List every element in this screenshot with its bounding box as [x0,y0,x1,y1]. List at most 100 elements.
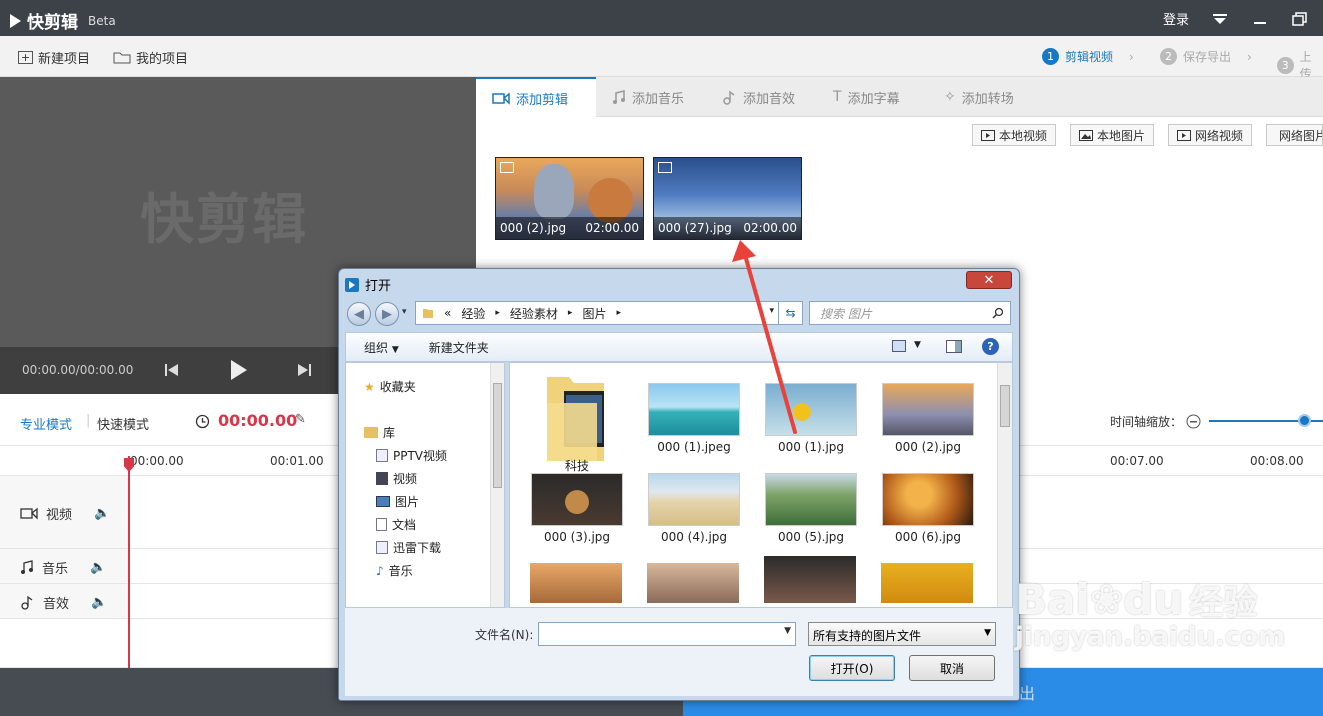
new-folder-button[interactable]: 新建文件夹 [429,339,489,356]
nav-favorites[interactable]: ★ 收藏夹 [364,378,416,395]
edit-time-icon[interactable]: ✎ [295,412,306,427]
nav-thunder-downloads[interactable]: 迅雷下载 [376,539,441,556]
track-header: 音效 🔈 [20,593,107,612]
menu-dropdown-icon[interactable] [1211,11,1229,27]
minimize-icon[interactable] [1251,11,1269,27]
file-item[interactable]: 000 (6).jpg [873,473,983,544]
nav-pictures[interactable]: 图片 [376,493,419,510]
tab-add-subtitle[interactable]: T 添加字幕 [817,77,916,117]
quick-mode-tab[interactable]: 快速模式 [97,414,149,433]
open-button[interactable]: 打开(O) [809,655,895,681]
clip-duration: 02:00.00 [743,221,797,235]
clip-duration: 02:00.00 [585,221,639,235]
folder-item[interactable]: 科技 [522,373,632,474]
current-time: 00:00.00 [218,411,298,430]
file-type-select[interactable]: 所有支持的图片文件 ▼ [808,622,996,646]
nav-libraries[interactable]: 库 [364,424,395,441]
next-frame-icon[interactable] [296,362,312,378]
step-2[interactable]: 2 保存导出 › [1160,48,1252,65]
image-icon [500,162,514,173]
search-input[interactable]: 搜索 图片 [809,301,1011,325]
breadcrumb-overflow[interactable]: « [444,306,451,320]
view-dropdown-icon[interactable]: ▼ [914,340,921,350]
scrollbar-thumb[interactable] [493,383,502,488]
file-list-scrollbar[interactable] [997,363,1012,607]
track-header: 音乐 🔈 [20,558,106,577]
nav-scrollbar[interactable] [490,363,504,607]
thumbnail[interactable] [764,556,856,603]
refresh-icon[interactable]: ⇆ [778,302,802,324]
thumbnail[interactable] [881,563,973,603]
address-dropdown-icon[interactable]: ▾ [769,306,774,316]
app-icon [345,277,359,292]
breadcrumb-separator-icon[interactable]: ▸ [568,308,573,318]
video-file-icon [1177,129,1191,141]
my-projects-button[interactable]: 我的项目 [113,48,188,67]
preview-pane-icon[interactable] [946,340,962,356]
breadcrumb-item[interactable]: 经验 [461,305,485,322]
nav-documents[interactable]: 文档 [376,516,416,533]
organize-menu[interactable]: 组织 ▼ [364,339,399,356]
nav-pptv-video[interactable]: PPTV视频 [376,447,447,464]
pro-mode-tab[interactable]: 专业模式 [20,414,72,433]
tab-add-sound-effect[interactable]: 添加音效 [706,77,811,117]
scrollbar-thumb[interactable] [1000,385,1010,427]
file-item[interactable]: 000 (5).jpg [756,473,866,544]
chevron-down-icon[interactable]: ▼ [784,626,791,636]
breadcrumb-separator-icon[interactable]: ▸ [616,308,621,318]
file-item[interactable]: 000 (1).jpg [756,383,866,454]
new-project-button[interactable]: + 新建项目 [18,48,90,67]
file-item[interactable]: 000 (3).jpg [522,473,632,544]
file-item[interactable]: 000 (1).jpeg [639,383,749,454]
filename-input[interactable]: ▼ [538,622,796,646]
back-icon[interactable]: ◀ [347,302,371,326]
history-dropdown-icon[interactable]: ▾ [402,307,407,317]
volume-icon[interactable]: 🔈 [90,560,106,575]
previous-frame-icon[interactable] [164,362,180,378]
close-icon[interactable]: ✕ [966,271,1012,289]
login-link[interactable]: 登录 [1163,9,1189,28]
tab-add-transition[interactable]: ✧ 添加转场 [928,77,1030,117]
watermark-url: jingyan.baidu.com [1015,622,1286,652]
breadcrumb-separator-icon[interactable]: ▸ [495,308,500,318]
music-note-icon [613,89,625,104]
beta-badge: Beta [88,13,116,28]
zoom-slider-handle[interactable] [1298,414,1311,427]
file-name: 000 (1).jpeg [657,440,731,454]
zoom-label: 时间轴缩放： [1110,415,1183,429]
file-item[interactable]: 000 (4).jpg [639,473,749,544]
playhead[interactable] [128,456,130,668]
address-bar[interactable]: « 经验 ▸ 经验素材 ▸ 图片 ▸ ▾ ⇆ [415,301,803,325]
tab-add-music[interactable]: 添加音乐 [596,77,700,117]
step-1[interactable]: 1 剪辑视频 › [1042,48,1134,65]
volume-icon[interactable]: 🔈 [94,506,110,521]
ruler-tick-label: 00:08.00 [1250,454,1304,468]
volume-icon[interactable]: 🔈 [91,595,107,610]
view-options-icon[interactable] [892,340,906,355]
tab-add-clip[interactable]: 添加剪辑 [476,77,596,118]
clip-thumbnail[interactable]: 000 (2).jpg 02:00.00 [495,157,644,240]
help-icon[interactable]: ? [982,338,999,355]
breadcrumb-item[interactable]: 经验素材 [510,305,558,322]
breadcrumb-item[interactable]: 图片 [582,305,606,322]
clip-thumbnail[interactable]: 000 (27).jpg 02:00.00 [653,157,802,240]
play-icon[interactable] [229,359,249,381]
online-image-button[interactable]: 网络图片 [1266,124,1323,146]
online-video-button[interactable]: 网络视频 [1168,124,1253,146]
nav-music[interactable]: ♪ 音乐 [376,562,413,579]
zoom-out-icon[interactable] [1186,414,1201,429]
nav-videos[interactable]: 视频 [376,470,417,487]
file-item[interactable]: 000 (2).jpg [873,383,983,454]
file-type-value: 所有支持的图片文件 [813,629,922,643]
text-icon: T [833,89,842,105]
clip-name: 000 (27).jpg [658,221,732,235]
thumbnail[interactable] [530,563,622,603]
thumbnail[interactable] [647,563,739,603]
forward-icon[interactable]: ▶ [375,302,399,326]
local-video-button[interactable]: 本地视频 [972,124,1057,146]
video-camera-icon [20,507,38,520]
local-image-button[interactable]: 本地图片 [1070,124,1155,146]
cancel-button[interactable]: 取消 [909,655,995,681]
video-camera-icon [492,92,510,105]
restore-icon[interactable] [1291,11,1309,27]
